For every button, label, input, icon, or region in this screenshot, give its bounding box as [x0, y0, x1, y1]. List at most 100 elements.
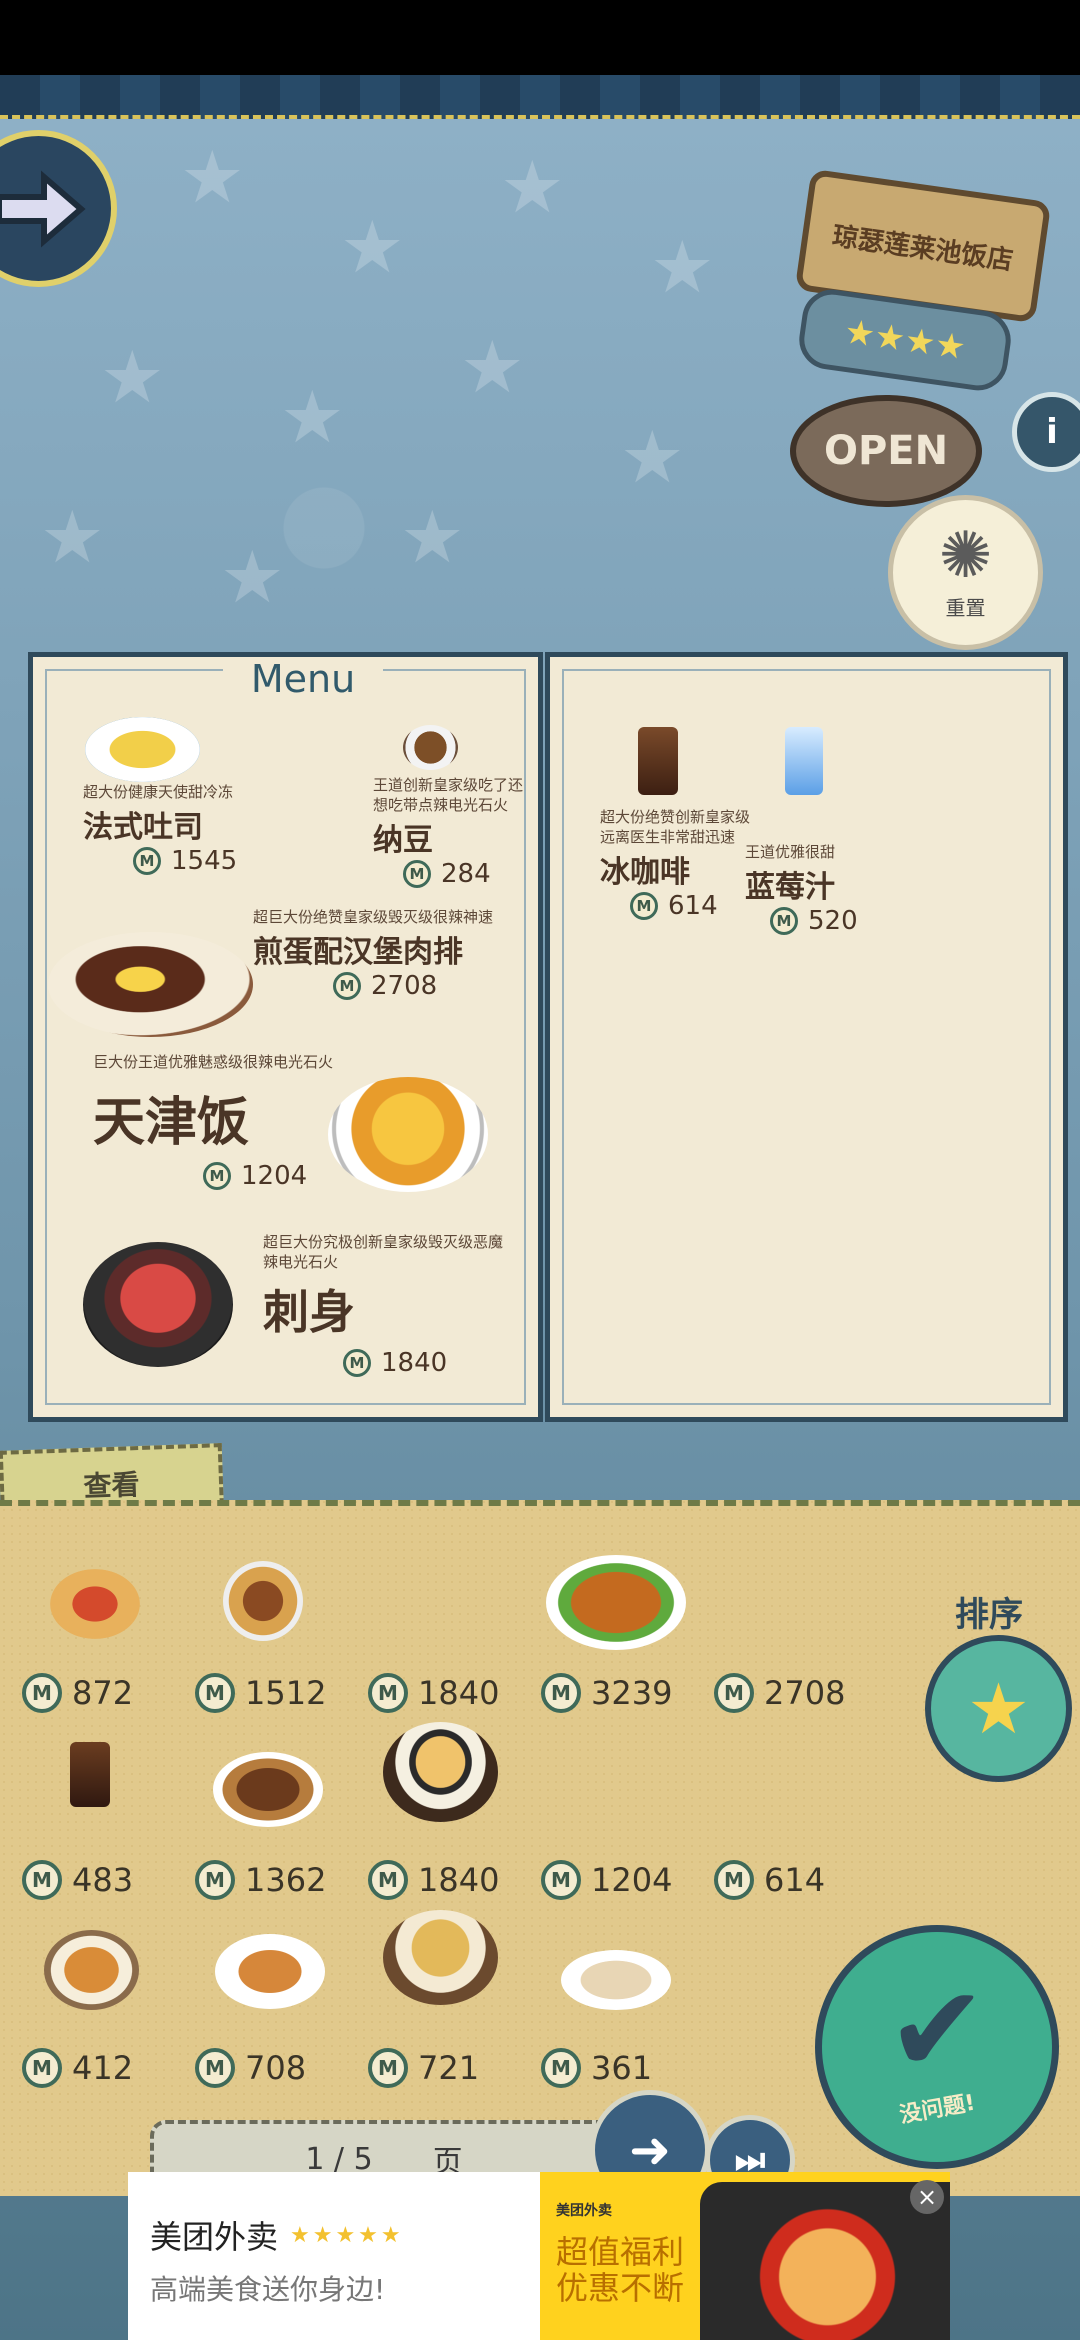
menu-item-hamburg-steak[interactable]: 超巨大份绝赞皇家级毁灭级很辣神速 煎蛋配汉堡肉排 M 2708 — [253, 907, 523, 1001]
french-toast-icon — [85, 717, 200, 782]
coin-icon: M — [630, 892, 658, 920]
menu-page-right: 超大份绝赞创新皇家级远离医生非常甜迅速 冰咖啡 M 614 王道优雅很甜 蓝莓汁 … — [545, 652, 1068, 1422]
coin-icon: M — [195, 1860, 235, 1900]
ad-title: 美团外卖 — [150, 2218, 279, 2256]
dish-price: 520 — [808, 906, 858, 936]
coin-icon: M — [368, 1860, 408, 1900]
ad-promo-panel: 美团外卖 超值福利 优惠不断 — [540, 2172, 950, 2340]
ramen-bowl-icon — [383, 1722, 498, 1822]
hamburg-steak-icon — [48, 932, 253, 1037]
ad-stars-icon: ★★★★★ — [290, 2222, 404, 2248]
coin-icon: M — [195, 1673, 235, 1713]
menu-item-french-toast[interactable]: 超大份健康天使甜冷冻 法式吐司 M 1545 — [83, 782, 263, 876]
dish-name: 煎蛋配汉堡肉排 — [253, 935, 463, 970]
reset-label: 重置 — [945, 596, 986, 620]
coin-icon: M — [368, 2048, 408, 2088]
dish-desc: 王道创新皇家级吃了还想吃带点辣电光石火 — [373, 776, 524, 814]
menu-item-sashimi[interactable]: 超巨大份究极创新皇家级毁灭级恶魔辣电光石火 刺身 M 1840 — [263, 1232, 503, 1378]
coin-icon: M — [403, 860, 431, 888]
coin-icon: M — [22, 1860, 62, 1900]
tray-item[interactable]: M 1204 — [541, 1742, 711, 1922]
dish-price: 1204 — [241, 1161, 308, 1191]
top-bunting — [0, 75, 1080, 119]
tray-item[interactable]: M 1840 — [368, 1555, 538, 1735]
close-icon: × — [916, 2183, 938, 2211]
coin-icon: M — [368, 1673, 408, 1713]
dish-desc: 超大份绝赞创新皇家级远离医生非常甜迅速 — [600, 808, 751, 846]
tray-item[interactable]: M 2708 — [714, 1555, 884, 1735]
open-sign: OPEN — [790, 395, 982, 507]
ad-banner[interactable]: 美团外卖 ★★★★★ 高端美食送你身边! 美团外卖 超值福利 优惠不断 × — [128, 2172, 950, 2340]
item-price: 721 — [418, 2049, 480, 2087]
ad-promo-line2: 优惠不断 — [556, 2269, 685, 2307]
tab-view-label: 查看 — [82, 1468, 141, 1503]
item-price: 2708 — [764, 1674, 846, 1712]
iced-coffee-icon — [638, 727, 678, 795]
item-price: 412 — [72, 2049, 134, 2087]
dish-price: 1840 — [381, 1348, 448, 1378]
item-price: 1840 — [418, 1674, 500, 1712]
menu-item-iced-coffee[interactable]: 超大份绝赞创新皇家级远离医生非常甜迅速 冰咖啡 M 614 — [600, 807, 750, 921]
tray-item[interactable]: M 1512 — [195, 1555, 365, 1735]
item-price: 1362 — [245, 1861, 327, 1899]
ad-subtitle: 高端美食送你身边! — [150, 2273, 386, 2306]
dish-name: 刺身 — [263, 1285, 355, 1339]
tray-item[interactable]: M 708 — [195, 1930, 365, 2110]
noodles-plate-icon — [213, 1752, 323, 1827]
ad-close-button[interactable]: × — [910, 2180, 944, 2214]
dish-price: 614 — [668, 891, 718, 921]
ad-text: 美团外卖 ★★★★★ 高端美食送你身边! — [150, 2212, 404, 2308]
reset-button[interactable]: ✺ 重置 — [888, 495, 1043, 650]
dumplings-plate-icon — [561, 1950, 671, 2010]
loading-spinner-icon: ✺ — [938, 519, 993, 593]
item-price: 872 — [72, 1674, 134, 1712]
tray-item[interactable]: M 1840 — [368, 1722, 538, 1922]
sort-label: 排序 — [955, 1595, 1023, 1635]
open-status: OPEN — [823, 428, 949, 474]
coin-icon: M — [203, 1162, 231, 1190]
coin-icon: M — [541, 1860, 581, 1900]
star-icon: ★ — [967, 1667, 1030, 1750]
menu-item-natto[interactable]: 王道创新皇家级吃了还想吃带点辣电光石火 纳豆 M 284 — [373, 775, 533, 889]
tray-item[interactable]: M 614 — [714, 1742, 884, 1922]
tray-item[interactable]: M 721 — [368, 1910, 538, 2110]
item-price: 3239 — [591, 1674, 673, 1712]
croquette-plate-icon — [215, 1934, 325, 2009]
dish-desc: 王道优雅很甜 — [745, 843, 836, 861]
coin-icon: M — [714, 1860, 754, 1900]
natto-icon — [403, 725, 458, 770]
coin-icon: M — [195, 2048, 235, 2088]
blueberry-juice-icon — [785, 727, 823, 795]
dish-name: 冰咖啡 — [600, 855, 690, 890]
tray-item[interactable]: M 3239 — [541, 1555, 711, 1735]
coin-icon: M — [133, 847, 161, 875]
dish-name: 蓝莓汁 — [745, 870, 835, 905]
confirm-button[interactable]: ✔ 没问题! — [815, 1925, 1059, 2169]
sort-button[interactable]: ★ — [925, 1635, 1072, 1782]
dish-price: 284 — [441, 859, 491, 889]
ad-promo-line1: 超值福利 — [556, 2233, 685, 2271]
dish-name: 法式吐司 — [83, 810, 203, 845]
roast-chicken-icon — [546, 1555, 686, 1650]
item-price: 1204 — [591, 1861, 673, 1899]
tray-item[interactable]: M 483 — [22, 1742, 192, 1922]
dish-price: 1545 — [171, 846, 238, 876]
tray-item[interactable]: M 412 — [22, 1930, 192, 2110]
coin-icon: M — [541, 2048, 581, 2088]
item-price: 361 — [591, 2049, 653, 2087]
tray-item[interactable]: M 361 — [541, 1930, 711, 2110]
hotdog-icon — [50, 1569, 140, 1639]
info-icon: i — [1046, 412, 1058, 452]
dish-desc: 超巨大份究极创新皇家级毁灭级恶魔辣电光石火 — [263, 1233, 504, 1271]
item-price: 708 — [245, 2049, 307, 2087]
menu-item-tianjin-rice[interactable]: 巨大份王道优雅魅惑级很辣电光石火 天津饭 M 1204 — [93, 1052, 333, 1191]
dish-desc: 超巨大份绝赞皇家级毁灭级很辣神速 — [253, 908, 494, 926]
sashimi-icon — [83, 1242, 233, 1367]
tray-item[interactable]: M 872 — [22, 1555, 192, 1735]
coffee-cup-icon — [70, 1742, 110, 1807]
menu-item-blueberry-juice[interactable]: 王道优雅很甜 蓝莓汁 M 520 — [745, 842, 895, 936]
coin-icon: M — [770, 907, 798, 935]
coin-icon: M — [22, 1673, 62, 1713]
tray-item[interactable]: M 1362 — [195, 1742, 365, 1922]
soup-bowl-icon — [383, 1910, 498, 2005]
